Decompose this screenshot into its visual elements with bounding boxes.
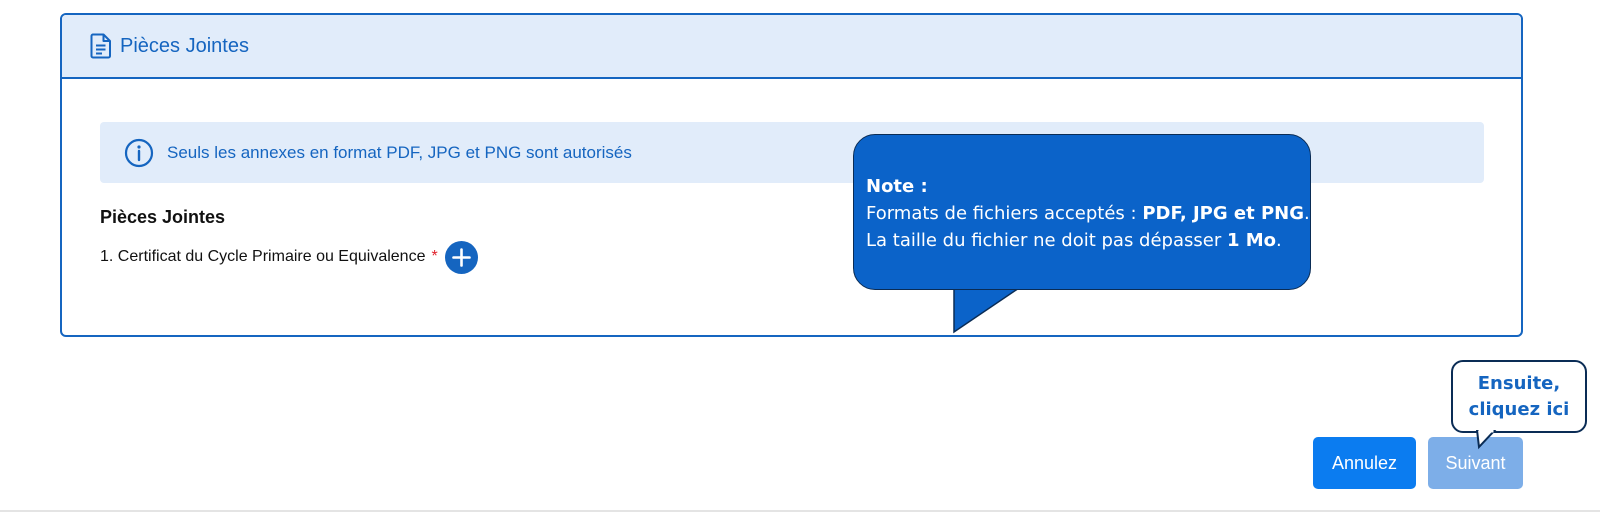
required-marker: * [431,248,438,265]
note-formats: Formats de fichiers acceptés : PDF, JPG … [866,203,1310,224]
hint-callout-tail [1475,430,1497,450]
note-callout-tail [953,286,1024,334]
card-header: Pièces Jointes [62,15,1521,79]
attachment-label: 1. Certificat du Cycle Primaire ou Equiv… [100,248,426,265]
attachments-section-label: Pièces Jointes [100,207,226,227]
note-callout: Note : Formats de fichiers acceptés : PD… [853,134,1311,290]
attachment-item: 1. Certificat du Cycle Primaire ou Equiv… [100,240,478,274]
plus-icon [451,247,471,267]
cancel-button[interactable]: Annulez [1313,437,1416,489]
hint-line-2: cliquez ici [1468,398,1570,420]
add-attachment-button[interactable] [444,240,478,274]
note-size-limit: La taille du fichier ne doit pas dépasse… [866,230,1282,251]
info-icon [124,138,154,168]
info-text: Seuls les annexes en format PDF, JPG et … [167,142,632,162]
hint-callout: Ensuite, cliquez ici [1451,360,1587,433]
card-title: Pièces Jointes [120,34,249,57]
hint-line-1: Ensuite, [1477,372,1561,394]
document-icon [90,33,112,59]
note-heading: Note : [866,176,928,197]
